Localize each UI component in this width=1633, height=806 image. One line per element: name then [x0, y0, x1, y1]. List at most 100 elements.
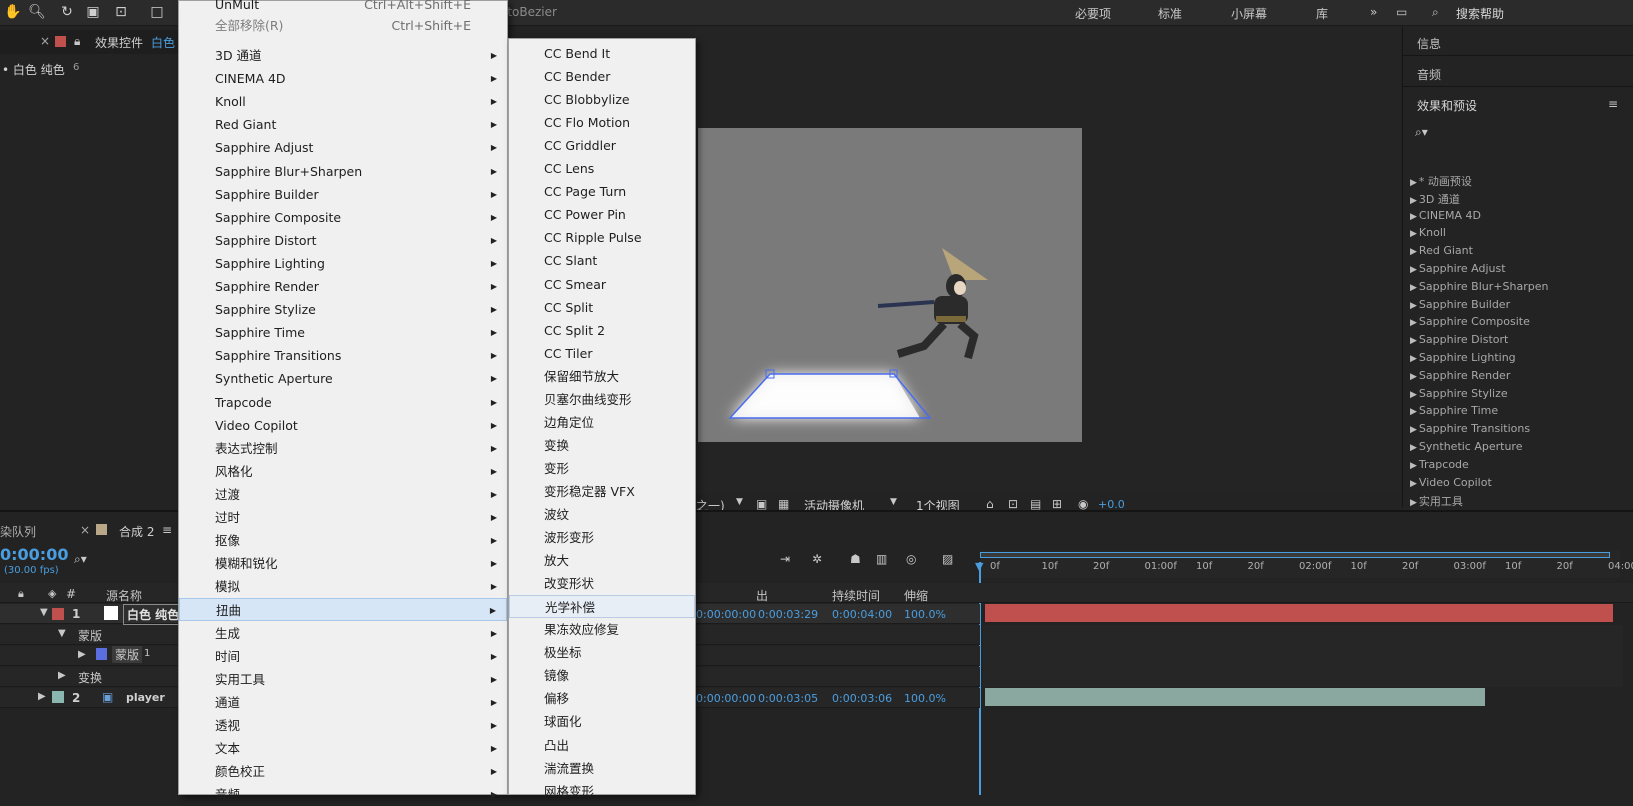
composition-canvas[interactable]	[698, 128, 1082, 442]
submenu-item[interactable]: 变形	[509, 457, 695, 480]
menu-item[interactable]: 模拟 ▶	[179, 575, 507, 598]
menu-item[interactable]: 过时 ▶	[179, 506, 507, 529]
expand-icon[interactable]: ▶	[1410, 372, 1417, 382]
submenu-item[interactable]: CC Bender	[509, 65, 695, 88]
label-color-swatch[interactable]	[52, 691, 64, 703]
submenu-item[interactable]: 极坐标	[509, 641, 695, 664]
in-point[interactable]: 0:00:00:00	[696, 692, 756, 705]
comp-tab[interactable]: 合成 2	[119, 523, 154, 540]
submenu-item[interactable]: CC Ripple Pulse	[509, 226, 695, 249]
effects-tree-item[interactable]: ▶ Synthetic Aperture	[1410, 440, 1522, 453]
submenu-item[interactable]: CC Page Turn	[509, 180, 695, 203]
expand-icon[interactable]: ▶	[1410, 336, 1417, 346]
submenu-item[interactable]: 放大	[509, 549, 695, 572]
expand-icon[interactable]: ▶	[1410, 390, 1417, 400]
effects-tree-item[interactable]: ▶ Sapphire Stylize	[1410, 387, 1508, 400]
source-name-header[interactable]: 源名称	[106, 587, 142, 604]
submenu-item[interactable]: 偏移	[509, 687, 695, 710]
effects-tree-item[interactable]: ▶ Sapphire Distort	[1410, 333, 1508, 346]
submenu-item[interactable]: 镜像	[509, 664, 695, 687]
shy-layers-icon[interactable]: ☗	[850, 552, 861, 566]
expand-icon[interactable]: ▶	[1410, 498, 1417, 508]
effects-tree-item[interactable]: ▶ Sapphire Composite	[1410, 315, 1530, 328]
search-icon[interactable]: ⌕▾	[1415, 125, 1428, 140]
submenu-item[interactable]: CC Flo Motion	[509, 111, 695, 134]
duration[interactable]: 0:00:04:00	[832, 608, 892, 621]
mask-name[interactable]: 蒙版	[112, 646, 143, 663]
menu-item[interactable]: 模糊和锐化 ▶	[179, 552, 507, 575]
layer-name[interactable]: player	[126, 691, 165, 704]
stretch[interactable]: 100.0%	[904, 608, 946, 621]
menu-item[interactable]: Sapphire Time ▶	[179, 321, 507, 344]
submenu-item[interactable]: 保留细节放大	[509, 365, 695, 388]
layer-name[interactable]: 白色 纯色	[123, 604, 184, 625]
submenu-item[interactable]: CC Lens	[509, 157, 695, 180]
masks-group-label[interactable]: 蒙版	[78, 627, 102, 644]
menu-item[interactable]: CINEMA 4D ▶	[179, 67, 507, 90]
label-color-swatch[interactable]	[52, 608, 64, 620]
expand-icon[interactable]: ▶	[1410, 301, 1417, 311]
menu-item[interactable]: Sapphire Adjust ▶	[179, 136, 507, 159]
menu-item[interactable]: 透视 ▶	[179, 714, 507, 737]
menu-item[interactable]: 生成 ▶	[179, 622, 507, 645]
expand-icon[interactable]: ▶	[1410, 229, 1417, 239]
effects-presets-header[interactable]: 效果和预设	[1417, 97, 1477, 114]
menu-item[interactable]: 实用工具 ▶	[179, 668, 507, 691]
submenu-item[interactable]: 网格变形	[509, 780, 695, 803]
close-tab-icon[interactable]: ×	[40, 34, 50, 48]
effects-tree-item[interactable]: ▶ Sapphire Blur+Sharpen	[1410, 280, 1548, 293]
vr-icon[interactable]: ▭	[1396, 5, 1407, 19]
effects-tree-item[interactable]: ▶ 3D 通道	[1410, 191, 1460, 207]
submenu-item[interactable]: 湍流置换	[509, 757, 695, 780]
menu-item[interactable]: Red Giant ▶	[179, 113, 507, 136]
workspace-small-screen[interactable]: 小屏幕	[1231, 5, 1267, 22]
effects-tree-item[interactable]: ▶ Sapphire Transitions	[1410, 422, 1530, 435]
effects-tree-item[interactable]: ▶ Sapphire Adjust	[1410, 262, 1506, 275]
info-panel-header[interactable]: 信息	[1417, 35, 1441, 52]
expand-icon[interactable]: ▶	[1410, 407, 1417, 417]
menu-item[interactable]: 通道 ▶	[179, 691, 507, 714]
effects-tree-item[interactable]: ▶ * 动画预设	[1410, 173, 1472, 189]
fast-preview-icon[interactable]: ⊡	[1008, 497, 1018, 511]
panel-menu-icon[interactable]: ≡	[1608, 97, 1618, 111]
expand-icon[interactable]: ▶	[1410, 265, 1417, 275]
motion-blur-icon[interactable]: ◎	[906, 552, 916, 566]
region-of-interest-icon[interactable]: ▣	[756, 497, 767, 511]
expand-icon[interactable]: ▶	[1410, 443, 1417, 453]
stretch[interactable]: 100.0%	[904, 692, 946, 705]
expand-icon[interactable]: ▶	[1410, 318, 1417, 328]
search-help-label[interactable]: 搜索帮助	[1456, 5, 1504, 22]
resolution-dropdown-icon[interactable]: ▼	[736, 497, 743, 507]
expand-icon[interactable]: ▶	[1410, 354, 1417, 364]
lock-icon[interactable]: 🔒︎	[18, 587, 24, 601]
draft-3d-icon[interactable]: ✲	[812, 552, 822, 566]
effects-tree-item[interactable]: ▶ Sapphire Lighting	[1410, 351, 1516, 364]
menu-item[interactable]: 抠像 ▶	[179, 529, 507, 552]
submenu-item[interactable]: 边角定位	[509, 411, 695, 434]
submenu-item[interactable]: CC Tiler	[509, 342, 695, 365]
camera-dropdown-icon[interactable]: ▼	[890, 497, 897, 507]
submenu-item[interactable]: CC Smear	[509, 273, 695, 296]
menu-item[interactable]: 风格化 ▶	[179, 460, 507, 483]
effect-controls-tab[interactable]: × 🔒︎ 效果控件 白色	[0, 30, 178, 54]
out-point[interactable]: 0:00:03:29	[758, 608, 818, 621]
rectangle-tool-icon[interactable]: □	[148, 3, 166, 21]
submenu-item[interactable]: 变换	[509, 434, 695, 457]
menu-item[interactable]: 扭曲 ▶	[179, 598, 507, 622]
menu-item[interactable]: 时间 ▶	[179, 645, 507, 668]
expand-icon[interactable]: ▶	[1410, 196, 1417, 206]
submenu-item[interactable]: 变形稳定器 VFX	[509, 480, 695, 503]
stretch-header[interactable]: 伸缩	[904, 587, 928, 604]
search-icon[interactable]: ⌕▾	[74, 552, 87, 567]
close-tab-icon[interactable]: ×	[80, 523, 90, 537]
effects-tree-item[interactable]: ▶ CINEMA 4D	[1410, 209, 1481, 222]
submenu-item[interactable]: CC Bend It	[509, 42, 695, 65]
expand-icon[interactable]: ▶	[78, 649, 86, 660]
transform-label[interactable]: 变换	[78, 669, 102, 686]
submenu-item[interactable]: 贝塞尔曲线变形	[509, 388, 695, 411]
draft-3d-icon[interactable]: ⌂	[986, 497, 994, 511]
submenu-item[interactable]: 凸出	[509, 734, 695, 757]
submenu-item[interactable]: CC Griddler	[509, 134, 695, 157]
layer2-track-bar[interactable]	[985, 688, 1485, 706]
expand-icon[interactable]: ▶	[1410, 461, 1417, 471]
